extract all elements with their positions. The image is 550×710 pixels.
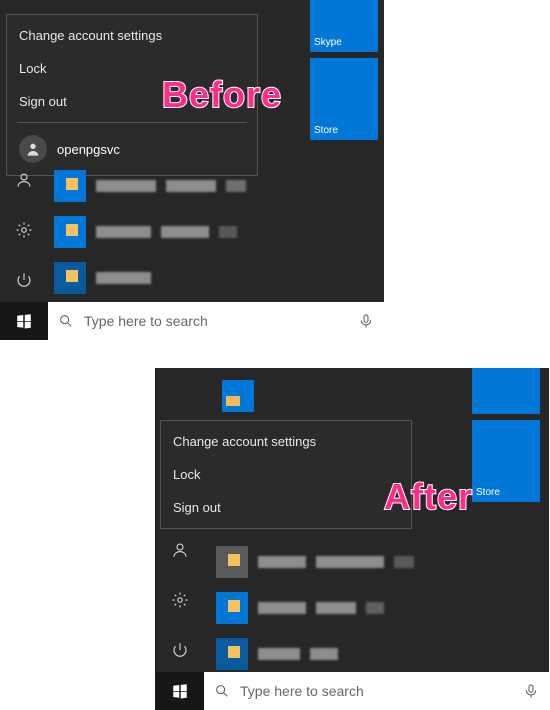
microphone-icon[interactable] bbox=[358, 313, 374, 329]
blurred-text bbox=[366, 602, 384, 614]
blurred-text bbox=[161, 226, 209, 238]
start-button[interactable] bbox=[0, 302, 48, 340]
tile-label: Store bbox=[476, 487, 500, 498]
search-placeholder: Type here to search bbox=[240, 683, 364, 699]
tile-skype[interactable]: Skype bbox=[310, 0, 378, 52]
switch-user-name: openpgsvc bbox=[57, 142, 120, 157]
blurred-text bbox=[258, 556, 306, 568]
windows-logo-icon bbox=[15, 312, 33, 330]
microphone-icon[interactable] bbox=[523, 683, 539, 699]
taskbar: Type here to search bbox=[0, 302, 384, 340]
screenshot-after: Store Change account settings Lock Sign … bbox=[155, 368, 549, 710]
annotation-after: After bbox=[384, 476, 473, 518]
start-left-rail bbox=[0, 164, 48, 296]
blurred-text bbox=[316, 556, 384, 568]
blurred-text bbox=[394, 556, 414, 568]
menu-change-account-settings[interactable]: Change account settings bbox=[7, 19, 257, 52]
tile-store[interactable]: Store bbox=[472, 420, 540, 502]
menu-separator bbox=[17, 122, 247, 123]
annotation-before: Before bbox=[162, 74, 282, 116]
search-icon bbox=[58, 313, 74, 329]
blurred-text bbox=[310, 648, 338, 660]
account-button[interactable] bbox=[164, 534, 196, 566]
blurred-text bbox=[316, 602, 356, 614]
start-app-list bbox=[54, 170, 344, 308]
blurred-text bbox=[96, 272, 151, 284]
start-tiles: Store bbox=[472, 368, 546, 508]
search-placeholder: Type here to search bbox=[84, 313, 208, 329]
start-button[interactable] bbox=[156, 672, 204, 710]
taskbar-search[interactable]: Type here to search bbox=[48, 302, 384, 340]
tile-store[interactable]: Store bbox=[310, 58, 378, 140]
account-context-menu: Change account settings Lock Sign out bbox=[160, 420, 412, 529]
blurred-text bbox=[258, 648, 300, 660]
list-item[interactable] bbox=[54, 170, 344, 202]
taskbar: Type here to search bbox=[156, 672, 549, 710]
taskbar-search[interactable]: Type here to search bbox=[204, 672, 549, 710]
list-item[interactable] bbox=[54, 216, 344, 248]
blurred-text bbox=[258, 602, 306, 614]
app-icon bbox=[222, 380, 254, 412]
list-item[interactable] bbox=[216, 592, 506, 624]
app-icon bbox=[216, 592, 248, 624]
search-icon bbox=[214, 683, 230, 699]
list-item[interactable] bbox=[54, 262, 344, 294]
screenshot-before: Skype Store Change account settings Lock… bbox=[0, 0, 384, 340]
list-item[interactable] bbox=[216, 546, 506, 578]
app-icon bbox=[216, 638, 248, 670]
person-icon bbox=[19, 135, 47, 163]
app-icon bbox=[54, 216, 86, 248]
power-button[interactable] bbox=[164, 634, 196, 666]
power-button[interactable] bbox=[8, 264, 40, 296]
blurred-text bbox=[166, 180, 216, 192]
start-app-list bbox=[216, 546, 506, 684]
tile-generic[interactable] bbox=[472, 368, 540, 414]
blurred-text bbox=[96, 180, 156, 192]
menu-change-account-settings[interactable]: Change account settings bbox=[161, 425, 411, 458]
menu-lock[interactable]: Lock bbox=[161, 458, 411, 491]
tile-label: Store bbox=[314, 125, 338, 136]
menu-sign-out[interactable]: Sign out bbox=[161, 491, 411, 524]
app-icon bbox=[54, 262, 86, 294]
account-button[interactable] bbox=[8, 164, 40, 196]
tile-label: Skype bbox=[314, 37, 342, 48]
settings-button[interactable] bbox=[164, 584, 196, 616]
app-icon bbox=[216, 546, 248, 578]
app-icon bbox=[54, 170, 86, 202]
blurred-text bbox=[226, 180, 246, 192]
start-tiles: Skype Store bbox=[310, 0, 384, 146]
blurred-text bbox=[219, 226, 237, 238]
blurred-text bbox=[96, 226, 151, 238]
list-item[interactable] bbox=[216, 638, 506, 670]
start-left-rail bbox=[156, 534, 204, 666]
windows-logo-icon bbox=[171, 682, 189, 700]
settings-button[interactable] bbox=[8, 214, 40, 246]
